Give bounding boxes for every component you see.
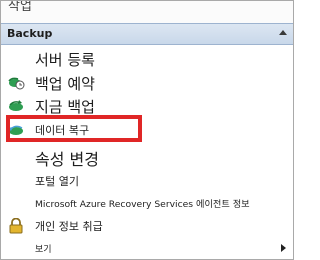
menu-item-schedule-backup[interactable]: 백업 예약 — [1, 71, 293, 93]
collapse-caret-icon[interactable] — [279, 30, 287, 35]
backup-section-header[interactable]: Backup — [1, 23, 293, 45]
menu-item-label: Microsoft Azure Recovery Services 에이전트 정… — [35, 199, 250, 210]
menu-item-label: 백업 예약 — [35, 75, 95, 93]
menu-item-privacy[interactable]: 개인 정보 취급 — [1, 215, 293, 237]
menu-item-label: 지금 백업 — [35, 98, 95, 116]
menu-item-change-properties[interactable]: 속성 변경 — [1, 145, 293, 169]
lock-icon — [7, 217, 25, 234]
menu-item-label: 속성 변경 — [35, 150, 99, 169]
menu-item-register-server[interactable]: 서버 등록 — [1, 48, 293, 70]
partial-heading: 작업 — [8, 1, 32, 11]
menu-item-label: 포털 열기 — [35, 175, 79, 188]
highlight-box — [6, 115, 142, 142]
actions-pane: 작업 Backup 서버 등록 백업 예약 지금 백업 데이터 복구 속성 변경… — [0, 0, 294, 260]
menu-item-label: 개인 정보 취급 — [35, 220, 103, 233]
backup-now-icon — [7, 97, 25, 113]
menu-item-open-portal[interactable]: 포털 열기 — [1, 171, 293, 191]
section-title: Backup — [7, 27, 53, 40]
schedule-backup-icon — [7, 74, 25, 90]
menu-item-about-agent[interactable]: Microsoft Azure Recovery Services 에이전트 정… — [1, 193, 293, 213]
top-strip: 작업 — [1, 1, 293, 23]
menu-item-view[interactable]: 보기 — [1, 239, 293, 257]
menu-item-label: 보기 — [35, 245, 52, 255]
menu-item-backup-now[interactable]: 지금 백업 — [1, 94, 293, 116]
menu-item-label: 서버 등록 — [35, 51, 95, 69]
submenu-arrow-icon[interactable] — [281, 244, 286, 252]
